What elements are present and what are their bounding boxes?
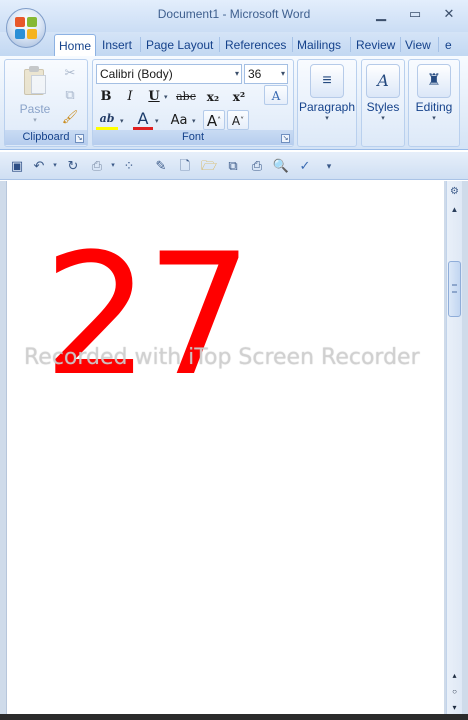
ribbon: Paste ▾ ✂ ⧉ 🖌 Clipboard ↘ Calibri (Body)… xyxy=(0,56,468,150)
underline-dropdown-icon[interactable]: ▾ xyxy=(164,93,168,101)
minimize-button[interactable]: ▁ xyxy=(372,6,390,22)
vertical-scrollbar[interactable]: ⚙ ▲ ▴ ○ ▾ xyxy=(446,181,462,720)
office-logo-icon xyxy=(15,17,37,39)
font-name-dropdown-icon[interactable]: ▾ xyxy=(235,65,239,83)
window-controls: ▁ ▭ ✕ xyxy=(372,6,458,22)
tab-mailings[interactable]: Mailings xyxy=(293,34,345,56)
grow-font-button[interactable]: A˄ xyxy=(203,110,225,130)
highlight-dropdown-icon[interactable]: ▾ xyxy=(120,117,124,125)
font-group: Calibri (Body) ▾ 36 ▾ B I U ▾ abc x₂ x² … xyxy=(92,59,294,147)
paragraph-icon: ≡ xyxy=(310,64,344,98)
title-bar: Document1 - Microsoft Word ▁ ▭ ✕ xyxy=(0,0,468,34)
tab-page-layout[interactable]: Page Layout xyxy=(142,34,217,56)
browse-object-icon[interactable]: ○ xyxy=(448,685,461,698)
font-launcher-icon[interactable]: ↘ xyxy=(281,134,290,143)
font-label: Font xyxy=(181,131,204,143)
font-group-label: Font xyxy=(93,130,293,145)
screen-bottom-edge xyxy=(0,714,468,720)
clear-formatting-button[interactable]: A xyxy=(264,85,288,105)
grow-font-icon: A xyxy=(206,112,218,130)
cut-icon[interactable]: ✂ xyxy=(61,64,79,82)
copy-icon[interactable]: ⧉ xyxy=(61,86,79,104)
draw-table-icon[interactable]: ⁘ xyxy=(120,157,138,175)
spelling-icon[interactable]: ✓ xyxy=(296,157,314,175)
paragraph-label: Paragraph xyxy=(298,100,356,114)
subscript-button[interactable]: x₂ xyxy=(203,87,223,107)
printer-icon[interactable]: ⎙ xyxy=(248,157,266,175)
previous-page-icon[interactable]: ▴ xyxy=(448,669,461,682)
save-icon[interactable]: ▣ xyxy=(8,157,26,175)
undo-dropdown-icon[interactable]: ▾ xyxy=(46,157,64,175)
styles-label: Styles xyxy=(366,100,400,114)
redo-icon[interactable]: ↻ xyxy=(64,157,82,175)
italic-button[interactable]: I xyxy=(120,87,140,107)
shrink-font-button[interactable]: A˅ xyxy=(227,110,249,130)
font-color-button[interactable]: A xyxy=(133,110,153,131)
styles-icon: A xyxy=(366,64,400,98)
tab-home[interactable]: Home xyxy=(54,34,97,56)
new-document-icon[interactable]: 🗋 xyxy=(176,157,194,175)
tab-view[interactable]: View xyxy=(401,34,435,56)
font-name-box[interactable]: Calibri (Body) ▾ xyxy=(96,64,242,84)
font-size-box[interactable]: 36 ▾ xyxy=(244,64,288,84)
edit-icon[interactable]: ✎ xyxy=(152,157,170,175)
font-color-dropdown-icon[interactable]: ▾ xyxy=(155,117,159,125)
clipboard-label: Clipboard xyxy=(22,131,70,143)
styles-group[interactable]: A Styles ▾ xyxy=(361,59,405,147)
clear-formatting-icon: A xyxy=(271,89,281,103)
view-ruler-icon[interactable]: ⚙ xyxy=(448,185,461,199)
recorder-watermark: Recorded with iTop Screen Recorder xyxy=(24,345,420,370)
ribbon-tabs: Home Insert Page Layout References Maili… xyxy=(0,32,468,56)
document-area: 27 Recorded with iTop Screen Recorder ⚙ … xyxy=(0,181,468,720)
open-folder-icon[interactable]: 🗁 xyxy=(200,157,218,175)
underline-button[interactable]: U xyxy=(144,87,164,107)
tab-insert[interactable]: Insert xyxy=(98,34,136,56)
tab-review[interactable]: Review xyxy=(352,34,399,56)
scroll-up-icon[interactable]: ▲ xyxy=(448,203,461,217)
document-page[interactable]: 27 xyxy=(6,181,444,720)
preview-icon[interactable]: 🔍 xyxy=(272,157,290,175)
office-button[interactable] xyxy=(6,8,46,48)
format-painter-icon[interactable]: 🖌 xyxy=(61,108,79,126)
quick-access-toolbar: ▣ ↶ ▾ ↻ ⎙ ▾ ⁘ ✎ 🗋 🗁 ⧉ ⎙ 🔍 ✓ ▾ xyxy=(0,152,468,180)
change-case-button[interactable]: Aa xyxy=(167,111,191,131)
paste-icon xyxy=(22,66,48,96)
tab-references[interactable]: References xyxy=(221,34,290,56)
font-size-value: 36 xyxy=(248,67,262,81)
binoculars-icon: ♜ xyxy=(417,64,451,98)
editing-button[interactable]: ♜ Editing ▾ xyxy=(409,60,459,122)
highlight-button[interactable]: ab xyxy=(96,111,118,131)
strikethrough-button[interactable]: abc xyxy=(173,87,199,107)
paragraph-button[interactable]: ≡ Paragraph ▾ xyxy=(298,60,356,122)
superscript-button[interactable]: x² xyxy=(229,87,249,107)
tab-overflow[interactable]: e xyxy=(441,34,456,56)
paragraph-group[interactable]: ≡ Paragraph ▾ xyxy=(297,59,357,147)
clipboard-launcher-icon[interactable]: ↘ xyxy=(75,134,84,143)
copy-document-icon[interactable]: ⧉ xyxy=(224,157,242,175)
scroll-thumb[interactable] xyxy=(448,261,461,317)
paste-button[interactable]: Paste ▾ xyxy=(13,66,57,124)
editing-group[interactable]: ♜ Editing ▾ xyxy=(408,59,460,147)
editing-label: Editing xyxy=(415,100,453,114)
styles-button[interactable]: A Styles ▾ xyxy=(362,60,404,122)
font-name-value: Calibri (Body) xyxy=(100,67,173,81)
next-page-icon[interactable]: ▾ xyxy=(448,701,461,714)
bold-button[interactable]: B xyxy=(96,87,116,107)
font-size-dropdown-icon[interactable]: ▾ xyxy=(281,65,285,83)
paste-label: Paste xyxy=(19,102,51,116)
shrink-font-icon: A xyxy=(231,114,241,128)
close-button[interactable]: ✕ xyxy=(440,6,458,22)
customize-qat-icon[interactable]: ▾ xyxy=(320,157,338,175)
document-text: 27 xyxy=(43,217,253,413)
clipboard-group: Paste ▾ ✂ ⧉ 🖌 Clipboard ↘ xyxy=(4,59,88,147)
maximize-button[interactable]: ▭ xyxy=(406,6,424,22)
change-case-dropdown-icon[interactable]: ▾ xyxy=(192,117,196,125)
